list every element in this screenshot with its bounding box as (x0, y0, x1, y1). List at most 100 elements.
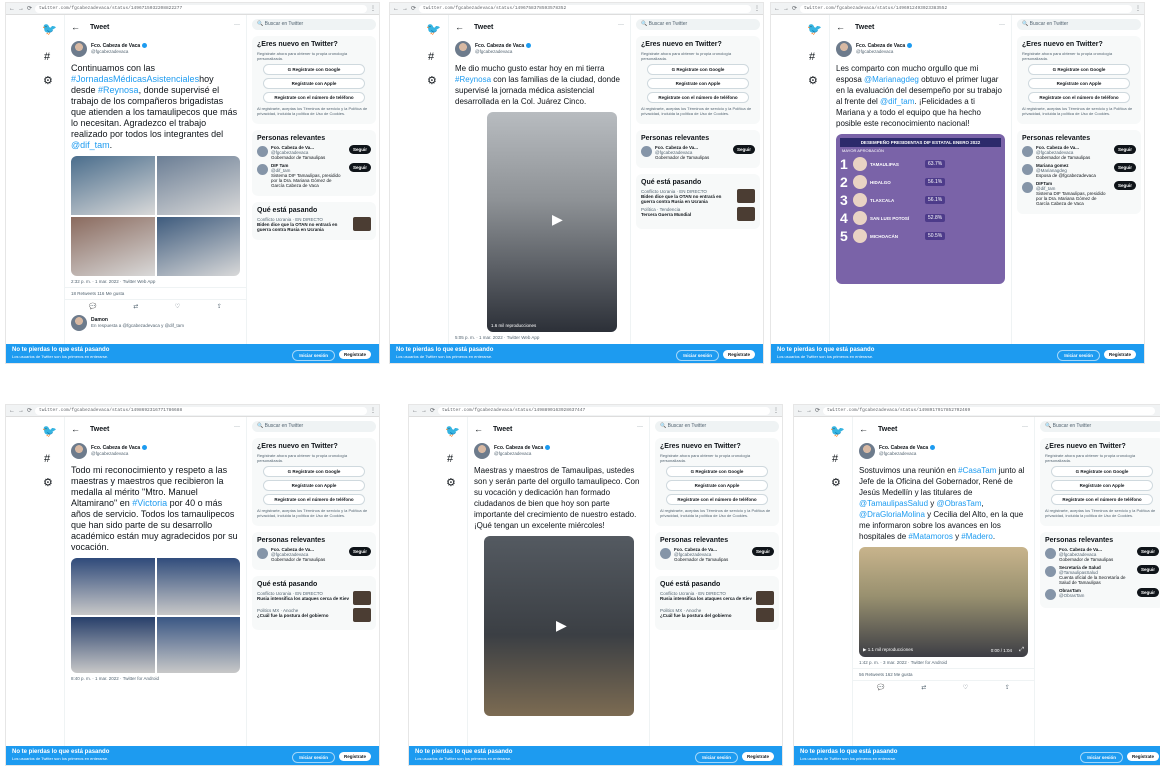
tweet-hashtag[interactable]: #JornadasMédicasAsistenciales (71, 74, 199, 84)
search-input[interactable]: 🔍 Buscar en Twitter (655, 421, 779, 432)
follow-button[interactable]: Seguir (348, 145, 371, 154)
reload-icon[interactable]: ⟳ (430, 407, 435, 415)
trend-title[interactable]: Rusia intensifica los ataques cerca de K… (660, 596, 753, 601)
extensions-icon[interactable]: ⋮ (754, 5, 760, 13)
trend-item[interactable]: Conflicto Ucrania · EN DIRECTO Rusia inte… (660, 591, 774, 605)
tweet-author[interactable]: Fco. Cabeza de Vaca @fgcabezadevaca (65, 441, 246, 461)
back-arrow-icon[interactable]: ← (774, 5, 780, 13)
login-button[interactable]: Iniciar sesión (292, 350, 335, 361)
tweet-photo[interactable] (71, 156, 155, 215)
follow-button[interactable]: Seguir (1136, 565, 1159, 574)
extensions-icon[interactable]: ⋮ (773, 407, 779, 415)
tweet-hashtag[interactable]: #Matamoros (908, 532, 952, 541)
explore-hash-icon[interactable]: # (44, 453, 50, 465)
apple-signup-button[interactable]: Regístrate con Apple (647, 78, 749, 89)
avatar[interactable] (71, 315, 87, 331)
tweet-hashtag[interactable]: @dif_tam (71, 140, 110, 150)
phone-signup-button[interactable]: Regístrate con el número de teléfono (263, 494, 365, 505)
avatar[interactable] (1022, 146, 1033, 157)
share-icon[interactable]: ⇪ (1005, 684, 1010, 691)
tweet-photo[interactable] (71, 616, 155, 673)
back-arrow-icon[interactable]: ← (455, 22, 464, 32)
tweet-author[interactable]: Fco. Cabeza de Vaca @fgcabezadevaca (853, 441, 1034, 461)
person-item[interactable]: Fco. Cabeza de Va... @fgcabezadevaca Gober… (660, 547, 774, 562)
more-options-icon[interactable]: ··· (234, 424, 240, 430)
follow-button[interactable]: Seguir (732, 145, 755, 154)
avatar[interactable] (836, 41, 852, 57)
apple-signup-button[interactable]: Regístrate con Apple (1028, 78, 1130, 89)
settings-gear-icon[interactable]: ⚙ (446, 477, 456, 489)
phone-signup-button[interactable]: Regístrate con el número de teléfono (263, 92, 365, 103)
avatar[interactable] (1045, 548, 1056, 559)
login-button[interactable]: Iniciar sesión (695, 752, 738, 763)
tweet-hashtag[interactable]: @DraGloriaMolina (859, 510, 925, 519)
play-icon[interactable]: ▶ (556, 617, 567, 634)
forward-arrow-icon[interactable]: → (806, 407, 812, 415)
avatar[interactable] (257, 164, 268, 175)
tweet-photo[interactable] (71, 558, 155, 615)
avatar[interactable] (1022, 164, 1033, 175)
person-item[interactable]: DIF Tam @dif_tam Sistema DIF Tamaulipas, p… (257, 163, 371, 188)
reload-icon[interactable]: ⟳ (815, 407, 820, 415)
tweet-hashtag[interactable]: #Reynosa (455, 75, 491, 84)
tweet-stats[interactable]: 56 Retweets 162 Me gusta (853, 668, 1034, 680)
avatar[interactable] (71, 443, 87, 459)
person-item[interactable]: DIFTam @dif_tam Sistema DIF Tamaulipas, pr… (1022, 181, 1136, 206)
google-signup-button[interactable]: G Regístrate con Google (263, 466, 365, 477)
google-signup-button[interactable]: G Regístrate con Google (1028, 64, 1130, 75)
trend-title[interactable]: ¿Cuál fue la postura del gobierno (257, 613, 350, 618)
tweet-stats[interactable]: 18 Retweets 116 Me gusta (65, 287, 246, 299)
reply-item[interactable]: Damon En respuesta a @fgcabezadevaca y @d… (65, 313, 246, 333)
tweet-hashtag[interactable]: #Madero (961, 532, 993, 541)
signup-button[interactable]: Regístrate (722, 350, 755, 359)
apple-signup-button[interactable]: Regístrate con Apple (263, 78, 365, 89)
more-options-icon[interactable]: ··· (637, 424, 643, 430)
back-arrow-icon[interactable]: ← (836, 22, 845, 32)
person-item[interactable]: Fco. Cabeza de Va... @fgcabezadevaca Gober… (1022, 145, 1136, 160)
signup-button[interactable]: Regístrate (1103, 350, 1136, 359)
forward-arrow-icon[interactable]: → (18, 5, 24, 13)
fullscreen-icon[interactable]: ⤢ (1019, 647, 1024, 654)
search-input[interactable]: 🔍 Buscar en Twitter (252, 19, 376, 30)
tweet-photo[interactable] (156, 217, 240, 276)
extensions-icon[interactable]: ⋮ (370, 407, 376, 415)
phone-signup-button[interactable]: Regístrate con el número de teléfono (666, 494, 768, 505)
tweet-hashtag[interactable]: #Victoria (132, 498, 167, 508)
explore-hash-icon[interactable]: # (428, 51, 434, 63)
twitter-logo-icon[interactable]: 🐦 (426, 23, 441, 35)
back-arrow-icon[interactable]: ← (412, 407, 418, 415)
avatar[interactable] (859, 443, 875, 459)
back-arrow-icon[interactable]: ← (9, 5, 15, 13)
tweet-hashtag[interactable]: @dif_tam (880, 97, 914, 106)
like-icon[interactable]: ♡ (175, 303, 180, 310)
person-item[interactable]: Fco. Cabeza de Va... @fgcabezadevaca Gober… (641, 145, 755, 160)
address-bar[interactable]: twitter.com/fgcabezadevaca/status/149691… (800, 4, 1132, 13)
phone-signup-button[interactable]: Regístrate con el número de teléfono (1051, 494, 1153, 505)
address-bar[interactable]: twitter.com/fgcabezadevaca/status/149889… (438, 406, 770, 415)
tweet-photo-grid[interactable] (71, 558, 240, 673)
apple-signup-button[interactable]: Regístrate con Apple (1051, 480, 1153, 491)
back-arrow-icon[interactable]: ← (9, 407, 15, 415)
trend-title[interactable]: Tercera Guerra Mundial (641, 212, 734, 217)
tweet-author[interactable]: Fco. Cabeza de Vaca @fgcabezadevaca (830, 39, 1011, 59)
signup-button[interactable]: Regístrate (338, 350, 371, 359)
trend-title[interactable]: Rusia intensifica los ataques cerca de K… (257, 596, 350, 601)
forward-arrow-icon[interactable]: → (783, 5, 789, 13)
address-bar[interactable]: twitter.com/fgcabezadevaca/status/149675… (419, 4, 751, 13)
reload-icon[interactable]: ⟳ (411, 5, 416, 13)
person-item[interactable]: Mariana gomez @Marianagdeg Esposa de @fgca… (1022, 163, 1136, 178)
tweet-hashtag[interactable]: @ObrasTam (937, 499, 982, 508)
trend-title[interactable]: ¿Cuál fue la postura del gobierno (660, 613, 753, 618)
more-options-icon[interactable]: ··· (1022, 424, 1028, 430)
tweet-video[interactable]: ▶ 1.1 mil reproducciones 0:00 / 1:04 ⤢ (859, 547, 1028, 657)
login-button[interactable]: Iniciar sesión (676, 350, 719, 361)
avatar[interactable] (71, 41, 87, 57)
avatar[interactable] (641, 146, 652, 157)
tweet-author[interactable]: Fco. Cabeza de Vaca @fgcabezadevaca (65, 39, 246, 59)
avatar[interactable] (257, 146, 268, 157)
tweet-hashtag[interactable]: @TamaulipasSalud (859, 499, 928, 508)
avatar[interactable] (660, 548, 671, 559)
signup-button[interactable]: Regístrate (338, 752, 371, 761)
person-item[interactable]: Fco. Cabeza de Va... @fgcabezadevaca Gober… (257, 547, 371, 562)
trend-item[interactable]: Conflicto Ucrania · EN DIRECTO Rusia inte… (257, 591, 371, 605)
